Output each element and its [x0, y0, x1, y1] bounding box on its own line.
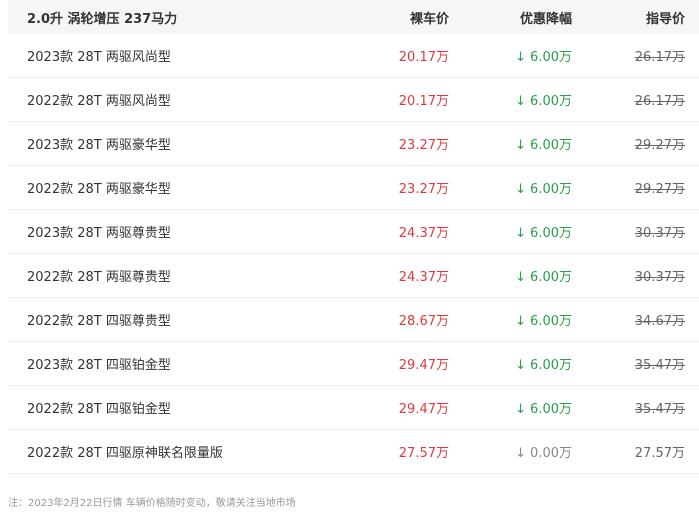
discount-amount: 6.00万 [530, 226, 572, 241]
net-price: 28.67万 [398, 314, 449, 329]
net-price: 24.37万 [398, 270, 449, 285]
discount-amount-cell: ↓ 6.00万 [453, 266, 576, 285]
discount-amount-cell: ↓ 6.00万 [453, 90, 576, 109]
price-column-header: 裸车价 [409, 11, 449, 27]
table-row[interactable]: 2022款 28T 四驱尊贵型 28.67万 ↓ 6.00万 34.67万 [8, 298, 699, 342]
down-arrow-icon: ↓ [515, 50, 527, 65]
trim-name[interactable]: 2022款 28T 两驱尊贵型 [8, 266, 338, 285]
engine-spec-header: 2.0升 涡轮增压 237马力 [27, 11, 178, 27]
discount-amount: 0.00万 [530, 446, 572, 461]
table-row[interactable]: 2023款 28T 两驱豪华型 23.27万 ↓ 6.00万 29.27万 [8, 122, 699, 166]
trim-name[interactable]: 2023款 28T 四驱铂金型 [8, 354, 338, 373]
table-body: 2023款 28T 两驱风尚型 20.17万 ↓ 6.00万 26.17万 2022款 2… [8, 34, 699, 474]
guide-price: 26.17万 [576, 46, 699, 65]
guide-price-value: 35.47万 [634, 402, 685, 417]
net-price: 23.27万 [398, 138, 449, 153]
footnote: 注：2023年2月22日行情 车辆价格随时变动，敬请关注当地市场 [8, 498, 296, 509]
trim-name[interactable]: 2022款 28T 四驱原神联名限量版 [8, 442, 338, 461]
trim-name[interactable]: 2023款 28T 两驱风尚型 [8, 46, 338, 65]
trim-name[interactable]: 2022款 28T 两驱风尚型 [8, 90, 338, 109]
discount-amount-cell: ↓ 6.00万 [453, 398, 576, 417]
down-arrow-icon: ↓ [515, 182, 527, 197]
guide-price: 34.67万 [576, 310, 699, 329]
trim-name[interactable]: 2022款 28T 两驱豪华型 [8, 178, 338, 197]
trim-name[interactable]: 2022款 28T 四驱铂金型 [8, 398, 338, 417]
down-arrow-icon: ↓ [515, 226, 527, 241]
down-arrow-icon: ↓ [515, 446, 527, 461]
discount-amount-cell: ↓ 6.00万 [453, 46, 576, 65]
discount-amount: 6.00万 [530, 358, 572, 373]
down-arrow-icon: ↓ [515, 138, 527, 153]
guide-price: 30.37万 [576, 222, 699, 241]
guide-price: 29.27万 [576, 134, 699, 153]
discount-amount: 6.00万 [530, 50, 572, 65]
discount-amount: 6.00万 [530, 314, 572, 329]
guide-price-value: 34.67万 [634, 314, 685, 329]
guide-price-value: 30.37万 [634, 270, 685, 285]
guide-price-value: 26.17万 [634, 50, 685, 65]
guide-price: 35.47万 [576, 354, 699, 373]
table-row[interactable]: 2023款 28T 两驱风尚型 20.17万 ↓ 6.00万 26.17万 [8, 34, 699, 78]
guide-price: 35.47万 [576, 398, 699, 417]
guide-price: 29.27万 [576, 178, 699, 197]
net-price: 20.17万 [398, 94, 449, 109]
net-price: 29.47万 [398, 358, 449, 373]
guide-price-value: 29.27万 [634, 182, 685, 197]
table-row[interactable]: 2023款 28T 四驱铂金型 29.47万 ↓ 6.00万 35.47万 [8, 342, 699, 386]
net-price: 29.47万 [398, 402, 449, 417]
guide-price-value: 30.37万 [634, 226, 685, 241]
discount-amount: 6.00万 [530, 182, 572, 197]
net-price: 27.57万 [398, 446, 449, 461]
down-arrow-icon: ↓ [515, 314, 527, 329]
guide-price: 27.57万 [576, 442, 699, 461]
discount-amount: 6.00万 [530, 402, 572, 417]
table-row[interactable]: 2022款 28T 两驱豪华型 23.27万 ↓ 6.00万 29.27万 [8, 166, 699, 210]
trim-name[interactable]: 2023款 28T 两驱豪华型 [8, 134, 338, 153]
discount-amount: 6.00万 [530, 94, 572, 109]
guide-price-value: 35.47万 [634, 358, 685, 373]
discount-amount-cell: ↓ 6.00万 [453, 354, 576, 373]
discount-amount: 6.00万 [530, 270, 572, 285]
guide-price: 30.37万 [576, 266, 699, 285]
guide-price-value: 27.57万 [634, 446, 685, 461]
net-price: 20.17万 [398, 50, 449, 65]
trim-name[interactable]: 2022款 28T 四驱尊贵型 [8, 310, 338, 329]
discount-amount-cell: ↓ 0.00万 [453, 442, 576, 461]
discount-amount-cell: ↓ 6.00万 [453, 310, 576, 329]
table-row[interactable]: 2022款 28T 两驱尊贵型 24.37万 ↓ 6.00万 30.37万 [8, 254, 699, 298]
trim-name[interactable]: 2023款 28T 两驱尊贵型 [8, 222, 338, 241]
table-header: 2.0升 涡轮增压 237马力 裸车价 优惠降幅 指导价 [8, 0, 699, 34]
guide-price: 26.17万 [576, 90, 699, 109]
down-arrow-icon: ↓ [515, 402, 527, 417]
discount-amount-cell: ↓ 6.00万 [453, 222, 576, 241]
discount-amount: 6.00万 [530, 138, 572, 153]
price-table: 2.0升 涡轮增压 237马力 裸车价 优惠降幅 指导价 2023款 28T 两… [8, 0, 699, 474]
guide-price-value: 29.27万 [634, 138, 685, 153]
table-row[interactable]: 2023款 28T 两驱尊贵型 24.37万 ↓ 6.00万 30.37万 [8, 210, 699, 254]
discount-amount-cell: ↓ 6.00万 [453, 178, 576, 197]
net-price: 24.37万 [398, 226, 449, 241]
table-row[interactable]: 2022款 28T 两驱风尚型 20.17万 ↓ 6.00万 26.17万 [8, 78, 699, 122]
down-arrow-icon: ↓ [515, 358, 527, 373]
guide-price-column-header: 指导价 [645, 11, 685, 27]
down-arrow-icon: ↓ [515, 94, 527, 109]
table-row[interactable]: 2022款 28T 四驱铂金型 29.47万 ↓ 6.00万 35.47万 [8, 386, 699, 430]
guide-price-value: 26.17万 [634, 94, 685, 109]
down-arrow-icon: ↓ [515, 270, 527, 285]
table-row[interactable]: 2022款 28T 四驱原神联名限量版 27.57万 ↓ 0.00万 27.57万 [8, 430, 699, 474]
net-price: 23.27万 [398, 182, 449, 197]
discount-column-header: 优惠降幅 [519, 11, 572, 27]
discount-amount-cell: ↓ 6.00万 [453, 134, 576, 153]
